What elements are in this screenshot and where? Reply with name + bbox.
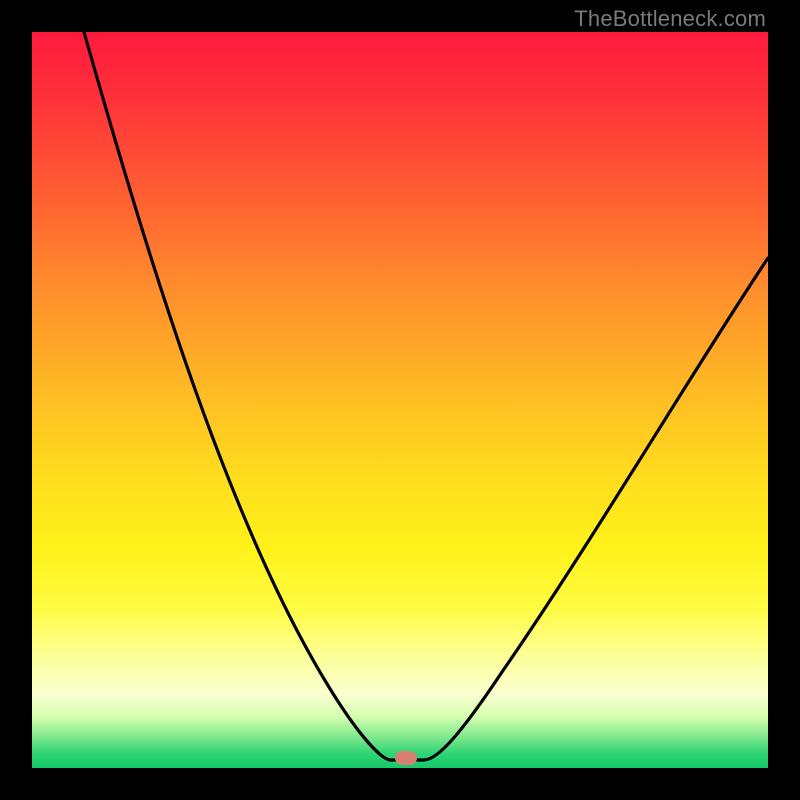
watermark-text: TheBottleneck.com (574, 6, 766, 32)
chart-container: TheBottleneck.com (0, 0, 800, 800)
bottleneck-curve (32, 32, 768, 768)
plot-area (32, 32, 768, 768)
curve-path (84, 32, 768, 760)
optimal-point-marker (395, 751, 417, 765)
